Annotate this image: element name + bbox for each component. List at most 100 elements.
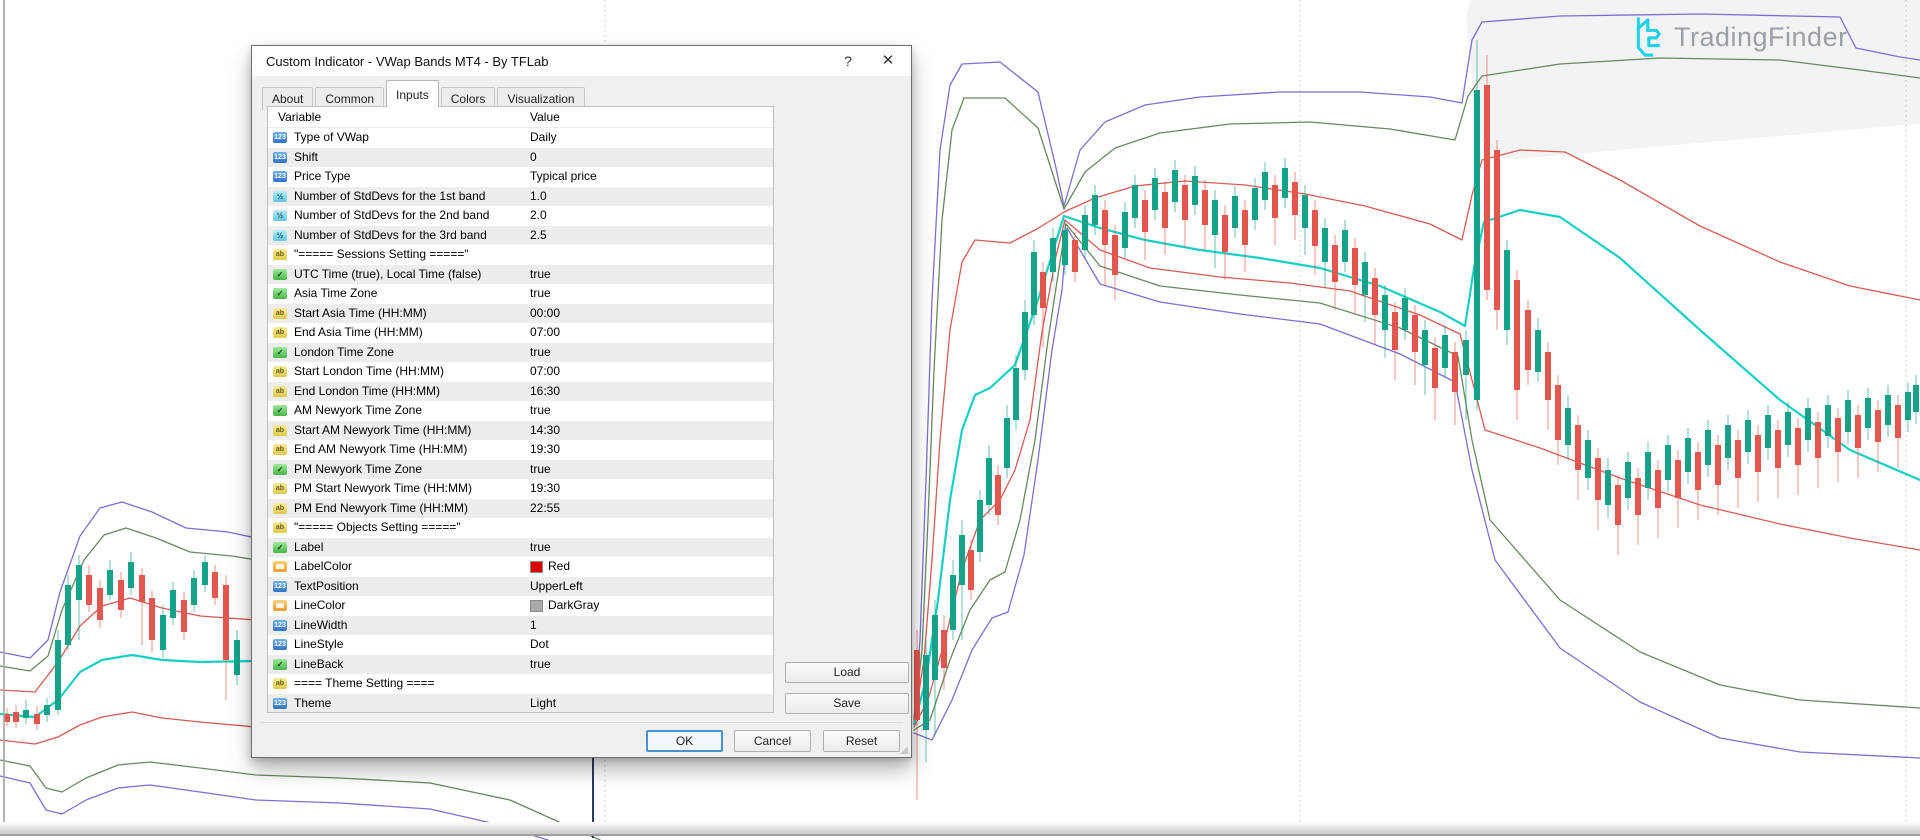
table-row[interactable]: ✓London Time Zonetrue bbox=[268, 343, 773, 363]
value-text: 16:30 bbox=[530, 382, 560, 402]
int-icon: 123 bbox=[273, 132, 287, 143]
value-cell[interactable]: 19:30 bbox=[530, 479, 560, 499]
help-button[interactable]: ? bbox=[831, 46, 865, 76]
value-cell[interactable]: Daily bbox=[530, 128, 557, 148]
dialog-titlebar[interactable]: Custom Indicator - VWap Bands MT4 - By T… bbox=[252, 46, 911, 76]
value-text: Red bbox=[548, 557, 570, 577]
table-row[interactable]: 123TextPositionUpperLeft bbox=[268, 577, 773, 597]
candle-body-up bbox=[1152, 178, 1158, 210]
variable-label: ==== Theme Setting ==== bbox=[294, 674, 524, 694]
candle-body-up bbox=[959, 535, 965, 585]
custom-indicator-dialog: Custom Indicator - VWap Bands MT4 - By T… bbox=[251, 45, 912, 758]
candle-body-up bbox=[1845, 400, 1851, 432]
value-cell[interactable]: true bbox=[530, 265, 551, 285]
value-cell[interactable]: 2.0 bbox=[530, 206, 547, 226]
candle-body-down bbox=[1795, 428, 1801, 465]
candle-body-up bbox=[1905, 392, 1911, 420]
tab-inputs[interactable]: Inputs bbox=[386, 80, 439, 107]
table-row[interactable]: 123LineWidth1 bbox=[268, 616, 773, 636]
table-row[interactable]: ✓Asia Time Zonetrue bbox=[268, 284, 773, 304]
value-cell[interactable]: 16:30 bbox=[530, 382, 560, 402]
candle-body-down bbox=[97, 588, 103, 620]
table-row[interactable]: abStart London Time (HH:MM)07:00 bbox=[268, 362, 773, 382]
value-cell[interactable]: Light bbox=[530, 694, 556, 714]
table-row[interactable]: ✓AM Newyork Time Zonetrue bbox=[268, 401, 773, 421]
value-cell[interactable]: 19:30 bbox=[530, 440, 560, 460]
candle-body-up bbox=[1745, 420, 1751, 452]
close-icon[interactable]: ✕ bbox=[871, 46, 905, 76]
value-cell[interactable]: true bbox=[530, 538, 551, 558]
table-row[interactable]: ✓Labeltrue bbox=[268, 538, 773, 558]
table-row[interactable]: ✓LineBacktrue bbox=[268, 655, 773, 675]
value-cell[interactable]: 1.0 bbox=[530, 187, 547, 207]
table-row[interactable]: 123Shift0 bbox=[268, 148, 773, 168]
save-button[interactable]: Save bbox=[785, 693, 909, 714]
ok-button[interactable]: OK bbox=[646, 730, 723, 752]
table-row[interactable]: ✓PM Newyork Time Zonetrue bbox=[268, 460, 773, 480]
value-text: 19:30 bbox=[530, 479, 560, 499]
tradingfinder-logo-text: TradingFinder bbox=[1674, 22, 1848, 53]
candle-body-down bbox=[941, 630, 947, 668]
value-cell[interactable]: Dot bbox=[530, 635, 549, 655]
table-row[interactable]: abEnd AM Newyork Time (HH:MM)19:30 bbox=[268, 440, 773, 460]
value-cell[interactable]: Red bbox=[530, 557, 570, 577]
value-cell[interactable]: 07:00 bbox=[530, 362, 560, 382]
resize-grip[interactable] bbox=[900, 746, 908, 754]
table-row[interactable]: ab==== Theme Setting ==== bbox=[268, 674, 773, 694]
candle-body-up bbox=[1022, 312, 1028, 370]
table-row[interactable]: abEnd Asia Time (HH:MM)07:00 bbox=[268, 323, 773, 343]
value-cell[interactable]: 1 bbox=[530, 616, 537, 636]
candle-body-down bbox=[1312, 210, 1318, 246]
value-cell[interactable]: true bbox=[530, 343, 551, 363]
table-row[interactable]: ½Number of StdDevs for the 1st band1.0 bbox=[268, 187, 773, 207]
value-cell[interactable]: Typical price bbox=[530, 167, 597, 187]
value-cell[interactable]: 2.5 bbox=[530, 226, 547, 246]
candle-body-up bbox=[1192, 176, 1198, 205]
mt4-chart-window: TradingFinder Custom Indicator - VWap Ba… bbox=[0, 0, 1920, 840]
value-cell[interactable]: 14:30 bbox=[530, 421, 560, 441]
candle-body-up bbox=[1685, 438, 1691, 472]
cancel-button[interactable]: Cancel bbox=[734, 730, 811, 752]
value-cell[interactable]: true bbox=[530, 460, 551, 480]
candle-body-up bbox=[1422, 330, 1428, 365]
load-button[interactable]: Load bbox=[785, 662, 909, 683]
value-cell[interactable]: 07:00 bbox=[530, 323, 560, 343]
candle-body-down bbox=[1372, 278, 1378, 315]
table-row[interactable]: ✓UTC Time (true), Local Time (false)true bbox=[268, 265, 773, 285]
table-row[interactable]: abEnd London Time (HH:MM)16:30 bbox=[268, 382, 773, 402]
table-row[interactable]: ab"===== Objects Setting =====" bbox=[268, 518, 773, 538]
candle-body-down bbox=[1484, 85, 1490, 290]
table-row[interactable]: ½Number of StdDevs for the 3rd band2.5 bbox=[268, 226, 773, 246]
table-row[interactable]: 123Type of VWapDaily bbox=[268, 128, 773, 148]
value-cell[interactable]: UpperLeft bbox=[530, 577, 583, 597]
table-row[interactable]: ab"===== Sessions Setting =====" bbox=[268, 245, 773, 265]
table-row[interactable]: LabelColorRed bbox=[268, 557, 773, 577]
table-row[interactable]: abPM End Newyork Time (HH:MM)22:55 bbox=[268, 499, 773, 519]
value-cell[interactable]: 0 bbox=[530, 148, 537, 168]
value-cell[interactable]: 00:00 bbox=[530, 304, 560, 324]
vwap-band-line-cyan bbox=[914, 210, 1920, 724]
bool-icon: ✓ bbox=[273, 347, 287, 358]
table-row[interactable]: abStart Asia Time (HH:MM)00:00 bbox=[268, 304, 773, 324]
candle-body-down bbox=[1835, 418, 1841, 452]
table-row[interactable]: abStart AM Newyork Time (HH:MM)14:30 bbox=[268, 421, 773, 441]
variable-label: "===== Sessions Setting =====" bbox=[294, 245, 524, 265]
table-row[interactable]: 123Price TypeTypical price bbox=[268, 167, 773, 187]
table-row[interactable]: ½Number of StdDevs for the 2nd band2.0 bbox=[268, 206, 773, 226]
value-cell[interactable]: DarkGray bbox=[530, 596, 599, 616]
candle-body-down bbox=[1182, 185, 1188, 220]
color-icon bbox=[273, 561, 287, 572]
table-row[interactable]: 123LineStyleDot bbox=[268, 635, 773, 655]
variable-label: TextPosition bbox=[294, 577, 524, 597]
variable-label: End London Time (HH:MM) bbox=[294, 382, 524, 402]
string-icon: ab bbox=[273, 308, 287, 319]
table-row[interactable]: 123ThemeLight bbox=[268, 694, 773, 714]
table-row[interactable]: LineColorDarkGray bbox=[268, 596, 773, 616]
value-cell[interactable]: true bbox=[530, 655, 551, 675]
table-row[interactable]: abPM Start Newyork Time (HH:MM)19:30 bbox=[268, 479, 773, 499]
value-cell[interactable]: true bbox=[530, 401, 551, 421]
value-cell[interactable]: 22:55 bbox=[530, 499, 560, 519]
value-cell[interactable]: true bbox=[530, 284, 551, 304]
int-icon: 123 bbox=[273, 152, 287, 163]
reset-button[interactable]: Reset bbox=[823, 730, 900, 752]
